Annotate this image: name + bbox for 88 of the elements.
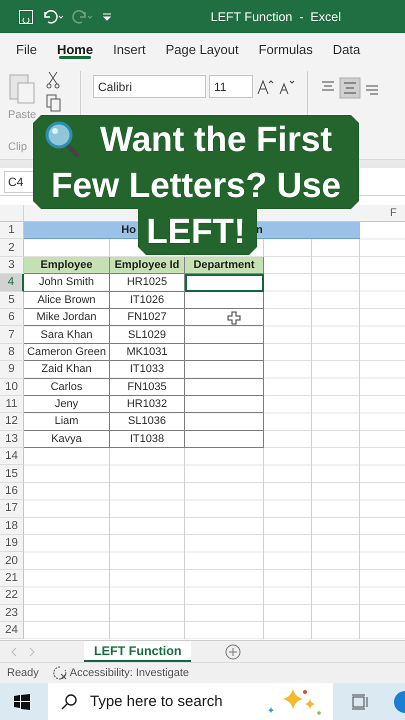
row-header[interactable]: 14 [0,448,24,466]
table-cell: FN1027 [110,308,185,326]
search-icon [60,692,78,710]
row-header[interactable]: 5 [0,292,24,309]
row-header[interactable]: 21 [0,570,24,588]
undo-icon[interactable] [42,8,64,24]
department-cell[interactable] [185,361,264,379]
windows-start-icon[interactable] [14,694,30,710]
browser-icon[interactable] [391,690,405,714]
font-name-dropdown[interactable]: Calibri [93,75,206,98]
table-cell: HR1025 [110,274,185,292]
row-header[interactable]: 6 [0,308,24,326]
department-cell[interactable] [185,396,264,414]
department-cell[interactable] [185,292,264,309]
row-header[interactable]: 4 [0,274,24,292]
row-header[interactable]: 10 [0,378,24,396]
row-header[interactable]: 22 [0,587,24,605]
row-header[interactable]: 13 [0,430,24,448]
department-cell[interactable] [185,413,264,431]
department-cell[interactable] [185,308,264,326]
table-cell: IT1033 [110,361,185,379]
row-header[interactable]: 17 [0,500,24,518]
ribbon-tab[interactable]: Insert [103,33,156,65]
row-header[interactable]: 3 [0,256,24,274]
ribbon-tab[interactable]: Home [46,33,104,65]
row-header[interactable]: 11 [0,396,24,414]
table-cell: Cameron Green [24,344,110,362]
row-header[interactable]: 8 [0,344,24,362]
table-cell: Sara Khan [24,326,110,344]
scissors-icon[interactable] [46,71,60,89]
column-heading: Department [185,256,264,274]
search-box[interactable]: Type here to search [48,683,333,720]
status-text: Ready [7,667,39,679]
sheet-tab[interactable]: LEFT Function [84,641,192,662]
department-cell[interactable] [185,344,264,362]
table-cell: SL1036 [110,413,185,431]
ribbon-tab[interactable]: File [6,33,47,65]
table-cell: Jeny [24,396,110,414]
row-header[interactable]: 1 [0,222,24,240]
row-header[interactable]: 18 [0,518,24,536]
row-header[interactable]: 24 [0,622,24,640]
title-fragment: n [256,224,263,236]
row-header[interactable]: 7 [0,326,24,344]
row-header[interactable]: 15 [0,465,24,483]
table-cell: Mike Jordan [24,308,110,326]
window-title: LEFT Function - Excel [210,10,341,24]
row-header[interactable]: 9 [0,361,24,379]
row-header[interactable]: 16 [0,482,24,500]
table-cell: IT1038 [110,430,185,448]
department-cell[interactable] [185,274,264,292]
column-header[interactable]: F [360,205,405,222]
group-label: Clip [8,141,28,153]
department-cell[interactable] [185,430,264,448]
ribbon-tab[interactable]: Page Layout [156,33,249,65]
grow-font-icon[interactable] [256,78,274,96]
accessibility-status[interactable]: Accessibility: Investigate [70,667,190,679]
title-fragment: Ho [121,224,136,236]
save-icon[interactable] [18,8,34,24]
table-cell: Alice Brown [24,292,110,309]
department-cell[interactable] [185,378,264,396]
ribbon-tab[interactable]: Formulas [248,33,323,65]
row-header[interactable]: 23 [0,604,24,622]
cursor-icon [227,310,241,325]
table-cell: IT1026 [110,292,185,309]
row-header[interactable]: 12 [0,413,24,431]
font-size-dropdown[interactable]: 11 [209,75,253,98]
table-cell: Liam [24,413,110,431]
row-header[interactable]: 19 [0,535,24,552]
row-header[interactable]: 2 [0,239,24,257]
table-cell: Zaid Khan [24,361,110,379]
add-sheet-icon[interactable] [225,644,242,660]
column-heading: Employee Id [110,256,185,274]
accessibility-icon[interactable] [52,666,67,680]
customize-icon[interactable] [102,12,112,22]
column-heading: Employee [24,256,110,274]
table-cell: MK1031 [110,344,185,362]
table-cell: FN1035 [110,378,185,396]
row-header[interactable]: 20 [0,552,24,570]
shrink-font-icon[interactable] [277,78,295,96]
table-cell: John Smith [24,274,110,292]
table-cell: SL1029 [110,326,185,344]
search-field[interactable]: Type here to search [88,692,238,711]
table-cell: HR1032 [110,396,185,414]
department-cell[interactable] [185,326,264,344]
ribbon-tab[interactable]: Data [322,33,370,65]
task-view-icon[interactable] [351,692,369,710]
table-cell: Kavya [24,430,110,448]
table-cell: Carlos [24,378,110,396]
